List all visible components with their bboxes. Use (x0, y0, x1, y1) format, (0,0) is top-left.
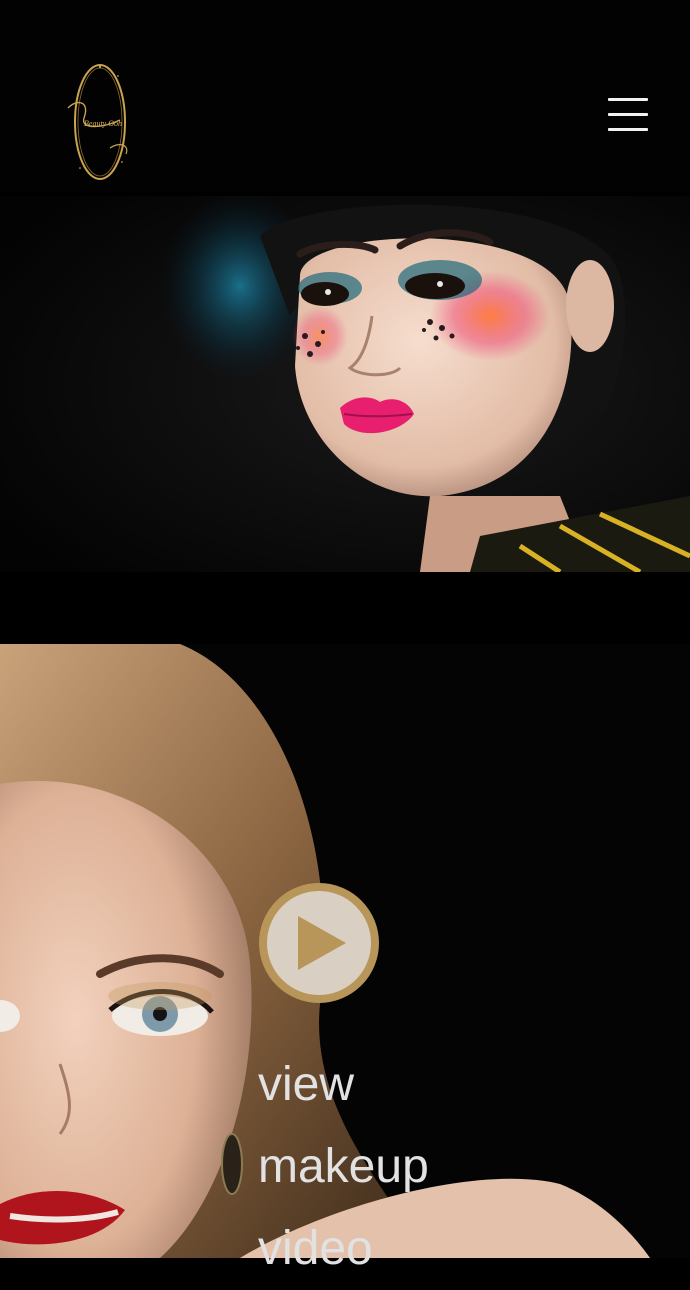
brand-logo[interactable]: Beauty Ooh (60, 58, 136, 184)
cta-line-1: view (258, 1058, 355, 1111)
play-icon (259, 883, 379, 1003)
menu-bar-1 (608, 98, 648, 101)
menu-bar-3 (608, 128, 648, 131)
logo-text: Beauty Ooh (84, 119, 122, 128)
view-makeup-video-link[interactable]: view makeup video (258, 1044, 558, 1290)
play-video-button[interactable] (258, 882, 380, 1004)
menu-bar-2 (608, 113, 648, 116)
hero-image-artistic-makeup (0, 196, 690, 572)
hero-portrait-illustration (0, 196, 690, 572)
section-spacer (0, 572, 690, 644)
logo-emblem-icon: Beauty Ooh (67, 64, 128, 180)
cta-line-3: video (258, 1222, 373, 1275)
site-header: Beauty Ooh (0, 0, 690, 192)
cta-line-2: makeup (258, 1140, 429, 1193)
hamburger-menu-button[interactable] (604, 96, 652, 134)
